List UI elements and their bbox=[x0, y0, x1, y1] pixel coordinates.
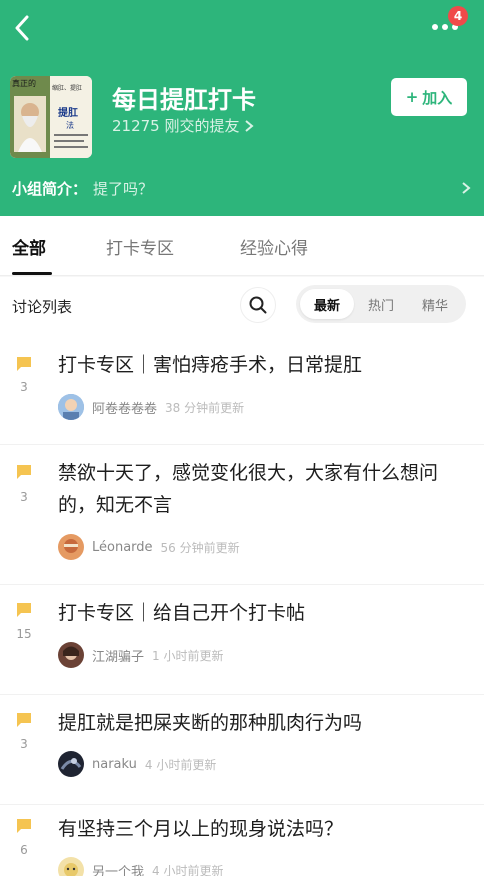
svg-text:缩肛、提肛: 缩肛、提肛 bbox=[52, 84, 82, 92]
flag-icon bbox=[17, 819, 31, 833]
discussion-toolbar: 讨论列表 最新 热门 精华 bbox=[0, 277, 484, 335]
member-count-link[interactable]: 21275 刚交的提友 bbox=[112, 115, 254, 136]
tab-checkin-zone[interactable]: 打卡专区 bbox=[106, 234, 174, 259]
flag-icon bbox=[17, 357, 31, 371]
discussion-list-title: 讨论列表 bbox=[12, 298, 73, 316]
intro-text: 提了吗？ bbox=[93, 179, 154, 198]
post-reply-count: 3 bbox=[20, 490, 28, 504]
search-button[interactable] bbox=[240, 287, 276, 323]
post-time: 38 分钟前更新 bbox=[165, 400, 245, 415]
post-meta: 江湖骗子 1 小时前更新 bbox=[58, 642, 223, 668]
chevron-right-icon bbox=[462, 182, 471, 194]
tab-all[interactable]: 全部 bbox=[12, 234, 46, 259]
post-reply-count: 6 bbox=[20, 843, 28, 857]
avatar-image bbox=[58, 751, 84, 777]
avatar-image bbox=[58, 642, 84, 668]
intro-label: 小组简介： bbox=[12, 179, 88, 198]
svg-text:真正的: 真正的 bbox=[12, 78, 36, 88]
post-author[interactable]: Léonarde bbox=[92, 540, 153, 555]
avatar[interactable] bbox=[58, 534, 84, 560]
post-author[interactable]: 另一个我 bbox=[92, 861, 144, 876]
avatar-image bbox=[58, 394, 84, 420]
post-title[interactable]: 打卡专区｜害怕痔疮手术，日常提肛 bbox=[58, 349, 458, 381]
svg-text:法: 法 bbox=[66, 120, 74, 130]
sort-latest[interactable]: 最新 bbox=[300, 289, 354, 319]
svg-text:提肛: 提肛 bbox=[58, 106, 78, 119]
avatar[interactable] bbox=[58, 857, 84, 876]
join-button[interactable]: + 加入 bbox=[391, 78, 467, 116]
post-reply-count: 15 bbox=[16, 627, 32, 641]
post-time: 4 小时前更新 bbox=[144, 757, 217, 772]
sort-hot[interactable]: 热门 bbox=[354, 289, 408, 319]
avatar-image bbox=[58, 534, 84, 560]
sort-featured[interactable]: 精华 bbox=[408, 289, 462, 319]
post-title[interactable]: 提肛就是把屎夹断的那种肌肉行为吗 bbox=[58, 707, 458, 739]
avatar[interactable] bbox=[58, 394, 84, 420]
avatar[interactable] bbox=[58, 751, 84, 777]
post-title[interactable]: 打卡专区｜给自己开个打卡帖 bbox=[58, 597, 458, 629]
post-title[interactable]: 禁欲十天了，感觉变化很大，大家有什么想问的，知无不言 bbox=[58, 457, 458, 521]
list-item[interactable]: 3 打卡专区｜害怕痔疮手术，日常提肛 阿卷卷卷卷 38 分钟前更新 bbox=[0, 335, 484, 445]
post-time: 56 分钟前更新 bbox=[160, 540, 240, 555]
group-title: 每日提肛打卡 bbox=[112, 86, 256, 114]
post-meta: 阿卷卷卷卷 38 分钟前更新 bbox=[58, 394, 244, 420]
cover-art: 真正的 缩肛、提肛 提肛 法 bbox=[10, 76, 92, 158]
post-reply-count: 3 bbox=[20, 737, 28, 751]
avatar-image bbox=[58, 857, 84, 876]
post-reply-count: 3 bbox=[20, 380, 28, 394]
post-title[interactable]: 有坚持三个月以上的现身说法吗？ bbox=[58, 813, 458, 845]
flag-icon bbox=[17, 603, 31, 617]
post-time: 4 小时前更新 bbox=[152, 863, 224, 876]
chevron-right-icon bbox=[244, 119, 254, 132]
list-item[interactable]: 15 打卡专区｜给自己开个打卡帖 江湖骗子 1 小时前更新 bbox=[0, 585, 484, 695]
flag-icon bbox=[17, 713, 31, 727]
list-item[interactable]: 3 禁欲十天了，感觉变化很大，大家有什么想问的，知无不言 Léonarde 56… bbox=[0, 445, 484, 585]
sort-selector: 最新 热门 精华 bbox=[296, 285, 466, 323]
member-count-text: 21275 刚交的提友 bbox=[112, 117, 240, 135]
group-header: 4 真正的 缩肛、提肛 提肛 法 每日提肛打卡 21275 刚交的提友 + 加入… bbox=[0, 0, 484, 216]
avatar[interactable] bbox=[58, 642, 84, 668]
discussion-list: 3 打卡专区｜害怕痔疮手术，日常提肛 阿卷卷卷卷 38 分钟前更新 3 禁欲十天… bbox=[0, 335, 484, 876]
group-intro-row[interactable]: 小组简介： 提了吗？ bbox=[12, 176, 472, 200]
post-meta: Léonarde 56 分钟前更新 bbox=[58, 534, 240, 560]
notification-badge: 4 bbox=[448, 6, 468, 26]
post-author[interactable]: naraku bbox=[92, 757, 137, 772]
search-icon bbox=[249, 296, 267, 314]
back-button[interactable] bbox=[8, 10, 36, 46]
plus-icon: + bbox=[405, 88, 419, 106]
list-item[interactable]: 3 提肛就是把屎夹断的那种肌肉行为吗 naraku 4 小时前更新 bbox=[0, 695, 484, 805]
list-item[interactable]: 6 有坚持三个月以上的现身说法吗？ 另一个我 4 小时前更新 bbox=[0, 805, 484, 876]
post-author[interactable]: 阿卷卷卷卷 bbox=[92, 398, 157, 417]
tab-bar: 全部 打卡专区 经验心得 bbox=[0, 216, 484, 276]
post-meta: naraku 4 小时前更新 bbox=[58, 751, 216, 777]
post-time: 1 小时前更新 bbox=[152, 648, 224, 663]
tab-experience[interactable]: 经验心得 bbox=[240, 234, 308, 259]
join-label: 加入 bbox=[422, 88, 453, 107]
post-author[interactable]: 江湖骗子 bbox=[92, 646, 144, 665]
post-meta: 另一个我 4 小时前更新 bbox=[58, 857, 223, 876]
group-cover-image[interactable]: 真正的 缩肛、提肛 提肛 法 bbox=[10, 76, 92, 158]
flag-icon bbox=[17, 465, 31, 479]
tab-active-indicator bbox=[12, 272, 52, 275]
chevron-left-icon bbox=[15, 15, 29, 41]
